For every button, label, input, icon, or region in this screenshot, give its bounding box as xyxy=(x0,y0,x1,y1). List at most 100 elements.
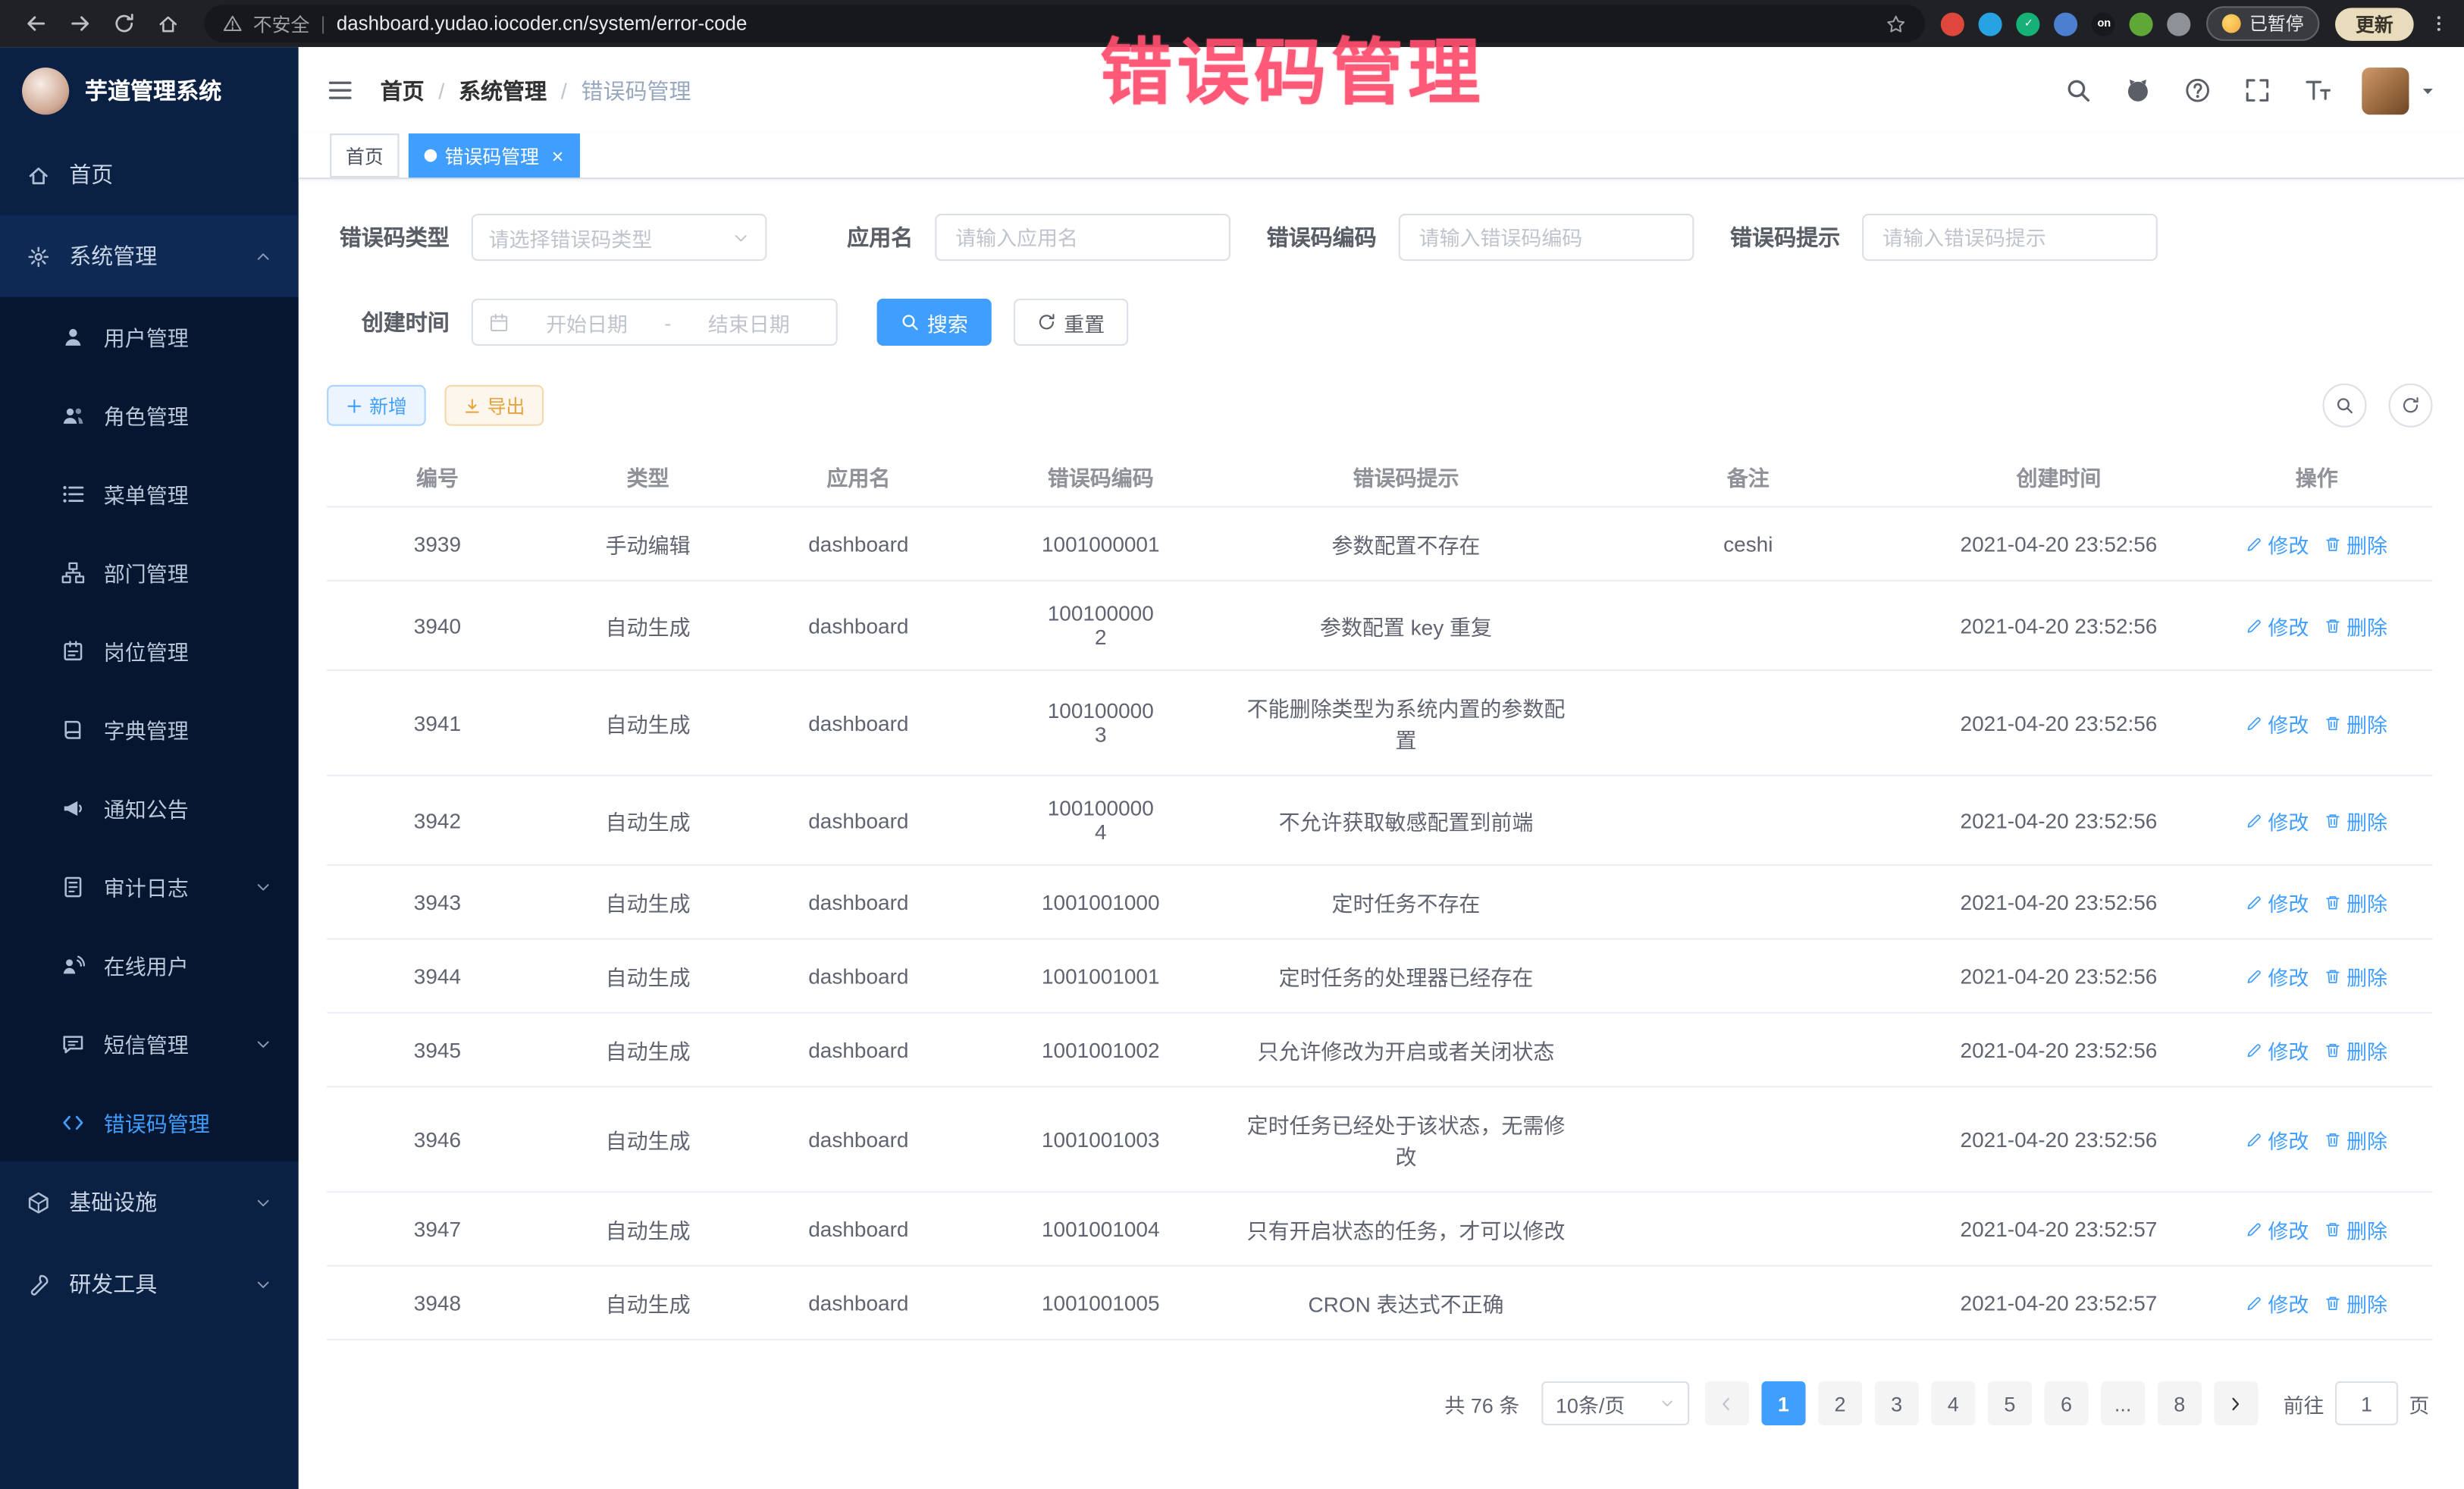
breadcrumb-item[interactable]: 错误码管理 xyxy=(581,74,691,105)
red-circle-extension-icon[interactable] xyxy=(1942,12,1965,36)
delete-link[interactable]: 删除 xyxy=(2324,805,2387,835)
browser-home-icon[interactable] xyxy=(157,13,179,35)
sidebar-item-dict-management[interactable]: 字典管理 xyxy=(0,690,299,769)
hamburger-icon[interactable] xyxy=(327,77,353,104)
edit-link[interactable]: 修改 xyxy=(2246,1214,2309,1243)
sidebar-item-role-management[interactable]: 角色管理 xyxy=(0,375,299,454)
fullscreen-icon[interactable] xyxy=(2244,77,2271,104)
delete-link[interactable]: 删除 xyxy=(2324,887,2387,917)
font-size-icon[interactable] xyxy=(2304,77,2331,104)
forward-arrow-icon[interactable] xyxy=(69,13,91,35)
close-icon[interactable]: × xyxy=(552,146,564,166)
breadcrumb-item[interactable]: 系统管理 xyxy=(459,74,547,105)
on-badge-extension-icon[interactable]: on xyxy=(2093,12,2116,36)
tab-error-code[interactable]: 错误码管理× xyxy=(409,133,579,177)
cell-memo xyxy=(1580,1086,1917,1192)
delete-link[interactable]: 删除 xyxy=(2324,1035,2387,1064)
sidebar-item-online-users[interactable]: 在线用户 xyxy=(0,926,299,1005)
blue-drop-extension-icon[interactable] xyxy=(1980,12,2003,36)
sidebar-item-infrastructure[interactable]: 基础设施 xyxy=(0,1161,299,1243)
address-bar[interactable]: 不安全 | dashboard.yudao.iocoder.cn/system/… xyxy=(204,5,1926,42)
sidebar-item-notice-announcement[interactable]: 通知公告 xyxy=(0,769,299,848)
sidebar-item-label: 研发工具 xyxy=(69,1268,157,1299)
page-button-8[interactable]: 8 xyxy=(2158,1381,2202,1425)
sidebar-item-user-management[interactable]: 用户管理 xyxy=(0,297,299,376)
github-icon[interactable] xyxy=(2124,77,2151,104)
table-row: 3946自动生成dashboard1001001003定时任务已经处于该状态，无… xyxy=(327,1086,2432,1192)
edit-link[interactable]: 修改 xyxy=(2246,887,2309,917)
export-button[interactable]: 导出 xyxy=(445,385,544,426)
question-icon[interactable] xyxy=(2184,77,2211,104)
emoji-face-icon xyxy=(2223,14,2242,33)
delete-link[interactable]: 删除 xyxy=(2324,1214,2387,1243)
sidebar-item-post-management[interactable]: 岗位管理 xyxy=(0,611,299,690)
reset-button[interactable]: 重置 xyxy=(1014,299,1128,346)
date-range-picker[interactable]: 开始日期 - 结束日期 xyxy=(472,299,838,346)
delete-link[interactable]: 删除 xyxy=(2324,528,2387,558)
page-button-4[interactable]: 4 xyxy=(1931,1381,1975,1425)
update-button[interactable]: 更新 xyxy=(2335,7,2414,40)
edit-link[interactable]: 修改 xyxy=(2246,528,2309,558)
prev-page-button[interactable] xyxy=(1705,1381,1749,1425)
sidebar-item-audit-log[interactable]: 审计日志 xyxy=(0,847,299,926)
table-row: 3943自动生成dashboard1001001000定时任务不存在2021-0… xyxy=(327,865,2432,939)
sidebar-item-dev-tools[interactable]: 研发工具 xyxy=(0,1243,299,1325)
blue-bars-extension-icon[interactable] xyxy=(2055,12,2078,36)
back-arrow-icon[interactable] xyxy=(25,13,47,35)
delete-link[interactable]: 删除 xyxy=(2324,610,2387,640)
refresh-table-button[interactable] xyxy=(2389,384,2433,428)
edit-link[interactable]: 修改 xyxy=(2246,805,2309,835)
page-button-2[interactable]: 2 xyxy=(1818,1381,1862,1425)
goto-page-input[interactable] xyxy=(2335,1381,2398,1425)
delete-link[interactable]: 删除 xyxy=(2324,708,2387,738)
delete-link[interactable]: 删除 xyxy=(2324,961,2387,990)
edit-link[interactable]: 修改 xyxy=(2246,1288,2309,1318)
delete-link[interactable]: 删除 xyxy=(2324,1288,2387,1318)
edit-link[interactable]: 修改 xyxy=(2246,1124,2309,1154)
cell-created: 2021-04-20 23:52:56 xyxy=(1917,865,2201,939)
edit-link[interactable]: 修改 xyxy=(2246,610,2309,640)
pagination: 共 76 条 10条/页 123456...8 前往 页 xyxy=(327,1340,2432,1472)
more-vertical-icon[interactable] xyxy=(2429,14,2448,33)
next-page-button[interactable] xyxy=(2214,1381,2258,1425)
bookmark-star-icon[interactable] xyxy=(1886,14,1907,34)
page-button-6[interactable]: 6 xyxy=(2045,1381,2089,1425)
sidebar-item-dept-management[interactable]: 部门管理 xyxy=(0,533,299,612)
edit-link[interactable]: 修改 xyxy=(2246,1035,2309,1064)
sidebar-item-menu-management[interactable]: 菜单管理 xyxy=(0,454,299,533)
search-icon[interactable] xyxy=(2065,77,2092,104)
green-leaf-extension-icon[interactable] xyxy=(2130,12,2154,36)
green-check-extension-icon[interactable]: ✓ xyxy=(2017,12,2040,36)
page-button-1[interactable]: 1 xyxy=(1761,1381,1805,1425)
sidebar-item-sms-management[interactable]: 短信管理 xyxy=(0,1004,299,1083)
filter-input-app-name[interactable] xyxy=(952,224,1213,250)
add-button[interactable]: 新增 xyxy=(327,385,426,426)
search-button[interactable]: 搜索 xyxy=(877,299,992,346)
delete-label: 删除 xyxy=(2346,887,2387,917)
page-size-value: 10条/页 xyxy=(1556,1388,1625,1418)
page-button-5[interactable]: 5 xyxy=(1988,1381,2032,1425)
delete-icon xyxy=(2324,1220,2342,1237)
app-logo[interactable]: 芋道管理系统 xyxy=(0,47,299,133)
page-size-select[interactable]: 10条/页 xyxy=(1541,1381,1689,1425)
breadcrumb-item[interactable]: 首页 xyxy=(381,74,425,105)
toggle-search-button[interactable] xyxy=(2322,384,2366,428)
puzzle-extension-icon[interactable] xyxy=(2168,12,2191,36)
filter-input-error-hint[interactable] xyxy=(1879,224,2140,250)
sidebar-item-error-code-management[interactable]: 错误码管理 xyxy=(0,1083,299,1161)
cell-memo: ceshi xyxy=(1580,506,1917,580)
edit-link[interactable]: 修改 xyxy=(2246,961,2309,990)
paused-badge[interactable]: 已暂停 xyxy=(2207,6,2319,41)
reload-icon[interactable] xyxy=(113,13,135,35)
edit-link[interactable]: 修改 xyxy=(2246,708,2309,738)
pager-more-button[interactable]: ... xyxy=(2101,1381,2145,1425)
page-button-3[interactable]: 3 xyxy=(1875,1381,1919,1425)
tab-home[interactable]: 首页 xyxy=(330,133,399,177)
filter-input-error-code[interactable] xyxy=(1416,224,1677,250)
sidebar-item-system-management[interactable]: 系统管理 xyxy=(0,215,299,297)
cell-type: 自动生成 xyxy=(548,1266,748,1340)
delete-link[interactable]: 删除 xyxy=(2324,1124,2387,1154)
filter-select-error-code-type[interactable]: 请选择错误码类型 xyxy=(472,214,767,261)
user-avatar[interactable] xyxy=(2362,67,2435,114)
sidebar-item-home[interactable]: 首页 xyxy=(0,133,299,215)
